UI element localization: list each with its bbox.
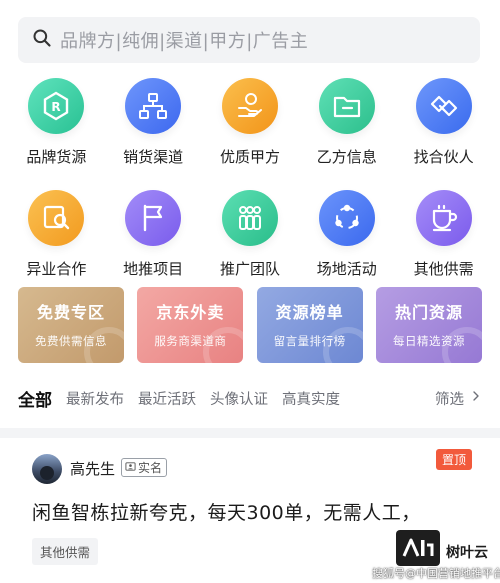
promo-title: 热门资源 [394, 303, 463, 322]
hand-coin-icon [221, 78, 278, 134]
watermark-source: 搜狐号@中国营销地推平台 [372, 567, 500, 580]
folder-icon [318, 78, 375, 134]
filter-button[interactable]: 筛选 [435, 388, 482, 409]
promo-title: 免费专区 [36, 303, 105, 322]
post-tag[interactable]: 其他供需 [32, 538, 99, 565]
brand-r-icon: R [28, 78, 85, 134]
org-chart-icon [125, 78, 182, 134]
handshake-icon [415, 78, 472, 134]
team-icon [221, 190, 278, 246]
promo-hot-resources[interactable]: 热门资源 每日精选资源 [375, 287, 482, 363]
category-venue-events[interactable]: 场地活动 [299, 190, 395, 302]
id-card-icon [125, 461, 138, 475]
promo-free-zone[interactable]: 免费专区 免费供需信息 [18, 287, 124, 363]
category-grid: R 品牌货源 销货渠道 优质甲方 乙方信息 找合伙人 异业合作 地推项目 推广团… [0, 78, 500, 302]
category-brand-source[interactable]: R 品牌货源 [8, 78, 104, 190]
section-divider [0, 428, 500, 438]
verified-label: 实名 [138, 461, 163, 475]
category-row: R 品牌货源 销货渠道 优质甲方 乙方信息 找合伙人 [0, 78, 500, 190]
shop-search-icon [28, 190, 85, 246]
app-page: 品牌方|纯佣|渠道|甲方|广告主 R 品牌货源 销货渠道 优质甲方 乙方信息 找… [0, 0, 500, 583]
promo-title: 资源榜单 [275, 303, 344, 322]
category-label: 异业合作 [26, 260, 87, 278]
category-label: 乙方信息 [316, 148, 377, 166]
post-text: 闲鱼智栋拉新夸克，每天300单，无需人工， [32, 502, 421, 524]
category-label: 地推项目 [123, 260, 184, 278]
watermark-name: 树叶云 [446, 545, 488, 561]
promo-title: 京东外卖 [156, 303, 225, 322]
promo-resource-ranking[interactable]: 资源榜单 留言量排行榜 [256, 287, 363, 363]
category-sales-channel[interactable]: 销货渠道 [105, 78, 201, 190]
category-label: 找合伙人 [413, 148, 474, 166]
pinned-badge: 置顶 [435, 449, 472, 470]
search-bar[interactable]: 品牌方|纯佣|渠道|甲方|广告主 [18, 17, 480, 63]
category-label: 场地活动 [316, 260, 377, 278]
avatar[interactable] [32, 454, 62, 484]
cup-icon [415, 190, 472, 246]
promo-cards: 免费专区 免费供需信息 京东外卖 服务商渠道商 资源榜单 留言量排行榜 热门资源… [18, 287, 482, 363]
category-row: 异业合作 地推项目 推广团队 场地活动 其他供需 [0, 190, 500, 302]
tab-avatar-verified[interactable]: 头像认证 [210, 388, 268, 409]
promo-jd-takeout[interactable]: 京东外卖 服务商渠道商 [137, 287, 244, 363]
category-party-b-info[interactable]: 乙方信息 [299, 78, 395, 190]
category-label: 销货渠道 [123, 148, 184, 166]
verified-badge: 实名 [121, 458, 168, 477]
category-other-needs[interactable]: 其他供需 [396, 190, 492, 302]
category-label: 品牌货源 [26, 148, 87, 166]
category-label: 其他供需 [413, 260, 474, 278]
category-label: 优质甲方 [219, 148, 280, 166]
flag-icon [125, 190, 182, 246]
tab-recently-active[interactable]: 最近活跃 [138, 388, 196, 409]
filter-tabs: 全部 最新发布 最近活跃 头像认证 高真实度 筛选 [18, 385, 482, 411]
category-label: 推广团队 [219, 260, 280, 278]
tab-high-authenticity[interactable]: 高真实度 [282, 388, 340, 409]
share-nodes-icon [318, 190, 375, 246]
filter-label: 筛选 [435, 391, 464, 408]
category-promo-team[interactable]: 推广团队 [202, 190, 298, 302]
category-ground-push[interactable]: 地推项目 [105, 190, 201, 302]
search-input[interactable]: 品牌方|纯佣|渠道|甲方|广告主 [60, 27, 308, 53]
category-cross-industry[interactable]: 异业合作 [8, 190, 104, 302]
svg-text:R: R [52, 100, 61, 114]
category-find-partner[interactable]: 找合伙人 [396, 78, 492, 190]
post-username[interactable]: 高先生 [70, 458, 115, 479]
tab-all[interactable]: 全部 [18, 386, 52, 411]
watermark-logo [396, 530, 440, 566]
category-quality-party-a[interactable]: 优质甲方 [202, 78, 298, 190]
chevron-right-icon [464, 390, 482, 406]
search-icon [32, 28, 60, 52]
tab-latest[interactable]: 最新发布 [66, 388, 124, 409]
